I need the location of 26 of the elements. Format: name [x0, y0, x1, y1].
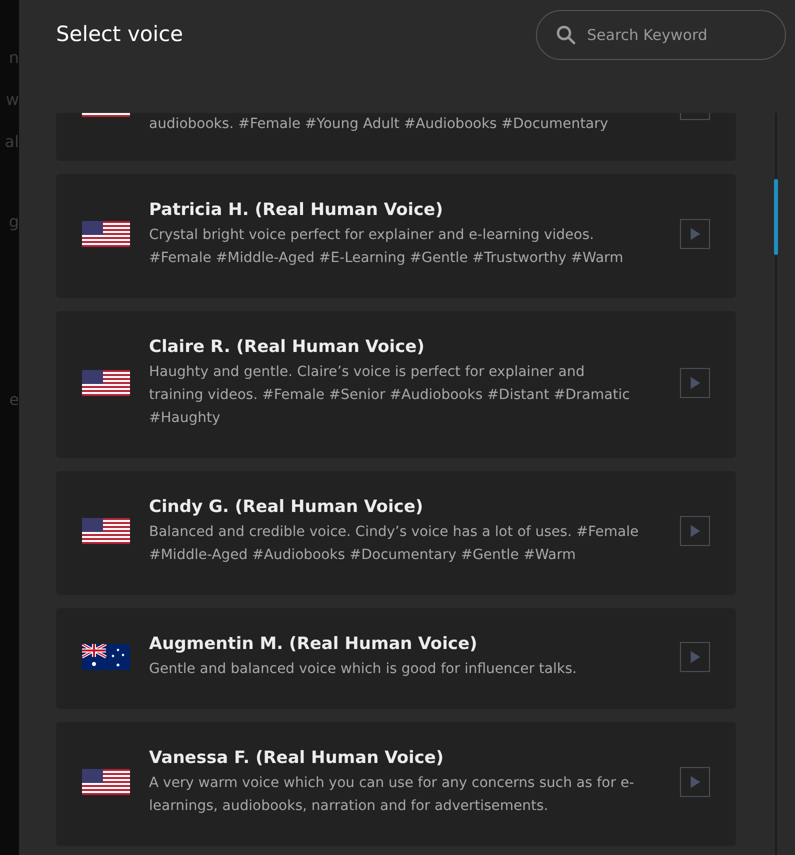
voice-card[interactable]: audiobooks. #Female #Young Adult #Audiobooks #Documentary [56, 113, 736, 161]
voice-name: Cindy G. (Real Human Voice) [149, 496, 424, 519]
voice-card[interactable]: Cindy G. (Real Human Voice) Balanced and credible voice. Cindy’s voice has a lot of uses. #Female #Middle-Aged #Audiobooks #Documentary #Gentle #Warm [56, 471, 736, 595]
voice-description: Balanced and credible voice. Cindy’s voice has a lot of uses. #Female #Middle-Aged #Audiobooks #Documentary #Gentle #Warm [149, 523, 640, 565]
voice-description: audiobooks. #Female #Young Adult #Audiobooks #Documentary [149, 115, 610, 134]
dialog-title: Select voice [56, 22, 184, 46]
search-icon [556, 25, 576, 45]
voice-description: A very warm voice which you can use for any concerns such as for e-learnings, audiobooks, narration and for advertisements. [149, 774, 636, 816]
play-icon [689, 376, 701, 390]
scrollbar-thumb[interactable] [774, 179, 778, 255]
voice-description: Haughty and gentle. Claire’s voice is perfect for explainer and training videos. #Female #Senior #Audiobooks #Distant #Dramatic #Haughty [149, 363, 631, 428]
play-icon [689, 524, 701, 538]
voice-description: Gentle and balanced voice which is good for influencer talks. [149, 660, 578, 679]
voice-card[interactable]: Claire R. (Real Human Voice) Haughty and gentle. Claire’s voice is perfect for explainer and training videos. #Female #Senior #Audiobooks #Distant #Dramatic #Haughty [56, 311, 736, 458]
search-field[interactable]: Search Keyword [536, 10, 786, 60]
voice-name: Claire R. (Real Human Voice) [149, 336, 426, 359]
voice-card[interactable]: Augmentin M. (Real Human Voice) Gentle and balanced voice which is good for influencer talks. [56, 608, 736, 709]
play-icon [689, 775, 701, 789]
play-icon [689, 227, 701, 241]
voice-name: Augmentin M. (Real Human Voice) [149, 633, 478, 656]
play-icon [689, 650, 701, 664]
voice-card[interactable]: Patricia H. (Real Human Voice) Crystal bright voice perfect for explainer and e-learning videos. #Female #Middle-Aged #E-Learning #Gentle #Trustworthy #Warm [56, 174, 736, 298]
voice-description: Crystal bright voice perfect for explainer and e-learning videos. #Female #Middle-Aged #E-Learning #Gentle #Trustworthy #Warm [149, 226, 624, 268]
voice-card[interactable]: Vanessa F. (Real Human Voice) A very warm voice which you can use for any concerns such as for e-learnings, audiobooks, narration and for advertisements. [56, 722, 736, 846]
voice-name: Vanessa F. (Real Human Voice) [149, 747, 445, 770]
voice-name: Patricia H. (Real Human Voice) [149, 199, 444, 222]
